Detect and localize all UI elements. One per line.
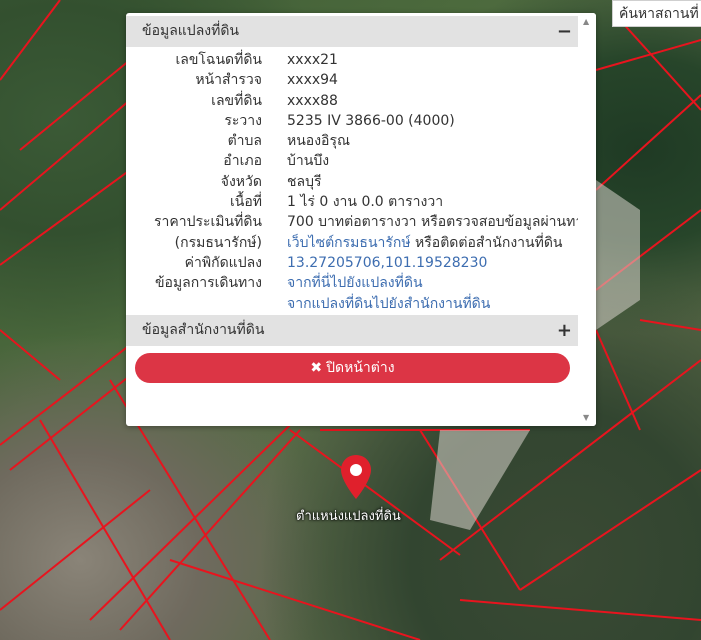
row-value: หนองอิรุณ <box>287 133 350 150</box>
row-value: บ้านบึง <box>287 153 330 170</box>
scroll-up-icon[interactable]: ▲ <box>583 17 589 26</box>
parcel-info-header[interactable]: ข้อมูลแปลงที่ดิน − <box>126 16 578 47</box>
row-value: xxxx88 <box>287 92 338 109</box>
row-survey-page: หน้าสำรวจ xxxx94 <box>126 70 578 90</box>
row-value: เว็บไซต์กรมธนารักษ์ หรือติดต่อสำนักงานที… <box>287 233 563 253</box>
land-office-title: ข้อมูลสำนักงานที่ดิน <box>142 322 265 338</box>
row-value: 700 บาทต่อตารางวา หรือตรวจสอบข้อมูลผ่านท… <box>287 214 591 231</box>
row-label: จังหวัด <box>220 173 262 190</box>
close-window-label: ปิดหน้าต่าง <box>326 360 395 376</box>
land-office-header[interactable]: ข้อมูลสำนักงานที่ดิน + <box>126 315 578 346</box>
row-label: เลขที่ดิน <box>211 92 262 109</box>
parcel-info-title: ข้อมูลแปลงที่ดิน <box>142 23 240 39</box>
collapse-icon[interactable]: − <box>557 16 572 47</box>
row-label: ราคาประเมินที่ดิน <box>153 214 262 231</box>
row-land-number: เลขที่ดิน xxxx88 <box>126 91 578 111</box>
parcel-info-panel: ข้อมูลแปลงที่ดิน − เลขโฉนดที่ดิน xxxx21 … <box>126 13 596 426</box>
row-deed-number: เลขโฉนดที่ดิน xxxx21 <box>126 50 578 70</box>
row-value: xxxx94 <box>287 72 338 89</box>
row-district: อำเภอ บ้านบึง <box>126 151 578 171</box>
map-pin-icon[interactable] <box>341 455 371 499</box>
scroll-down-icon[interactable]: ▼ <box>583 413 589 422</box>
row-label: ค่าพิกัดแปลง <box>184 254 262 271</box>
row-travel-info: ข้อมูลการเดินทาง จากที่นี่ไปยังแปลงที่ดิ… <box>126 273 578 293</box>
row-travel-info-2: จากแปลงที่ดินไปยังสำนักงานที่ดิน <box>126 294 578 314</box>
pin-label: ตำแหน่งแปลงที่ดิน <box>296 509 401 524</box>
row-coordinates: ค่าพิกัดแปลง 13.27205706,101.19528230 <box>126 253 578 273</box>
row-value: ชลบุรี <box>287 173 322 190</box>
row-value: 1 ไร่ 0 งาน 0.0 ตารางวา <box>287 194 444 211</box>
treasury-website-link[interactable]: เว็บไซต์กรมธนารักษ์ <box>287 235 411 251</box>
row-value: 5235 IV 3866-00 (4000) <box>287 112 455 129</box>
row-label: (กรมธนารักษ์) <box>174 234 262 251</box>
row-label: เลขโฉนดที่ดิน <box>175 52 262 68</box>
row-subdistrict: ตำบล หนองอิรุณ <box>126 131 578 151</box>
row-appraisal-price: ราคาประเมินที่ดิน 700 บาทต่อตารางวา หรือ… <box>126 212 590 232</box>
row-label: อำเภอ <box>223 153 262 170</box>
parcel-details: เลขโฉนดที่ดิน xxxx21 หน้าสำรวจ xxxx94 เล… <box>126 50 590 314</box>
row-label: ข้อมูลการเดินทาง <box>154 275 262 292</box>
directions-to-office-link[interactable]: จากแปลงที่ดินไปยังสำนักงานที่ดิน <box>287 294 490 314</box>
expand-icon[interactable]: + <box>557 315 572 346</box>
row-label: ระวาง <box>224 112 262 129</box>
directions-to-parcel-link[interactable]: จากที่นี่ไปยังแปลงที่ดิน <box>287 273 423 293</box>
row-label: เนื้อที่ <box>230 194 262 211</box>
coordinates-link[interactable]: 13.27205706,101.19528230 <box>287 253 487 273</box>
row-label: ตำบล <box>227 133 262 150</box>
search-input[interactable]: ค้นหาสถานที่ <box>612 0 701 27</box>
row-label: หน้าสำรวจ <box>195 72 262 89</box>
row-area: เนื้อที่ 1 ไร่ 0 งาน 0.0 ตารางวา <box>126 192 578 212</box>
close-window-button[interactable]: ✖ ปิดหน้าต่าง <box>135 353 570 383</box>
panel-scrollbar[interactable]: ▲ ▼ <box>578 13 596 426</box>
row-value: xxxx21 <box>287 52 338 68</box>
row-value-suffix: หรือติดต่อสำนักงานที่ดิน <box>410 234 563 251</box>
row-map-sheet: ระวาง 5235 IV 3866-00 (4000) <box>126 111 578 131</box>
row-treasury-dept: (กรมธนารักษ์) เว็บไซต์กรมธนารักษ์ หรือติ… <box>126 233 578 253</box>
close-icon: ✖ <box>310 360 323 376</box>
row-province: จังหวัด ชลบุรี <box>126 172 578 192</box>
